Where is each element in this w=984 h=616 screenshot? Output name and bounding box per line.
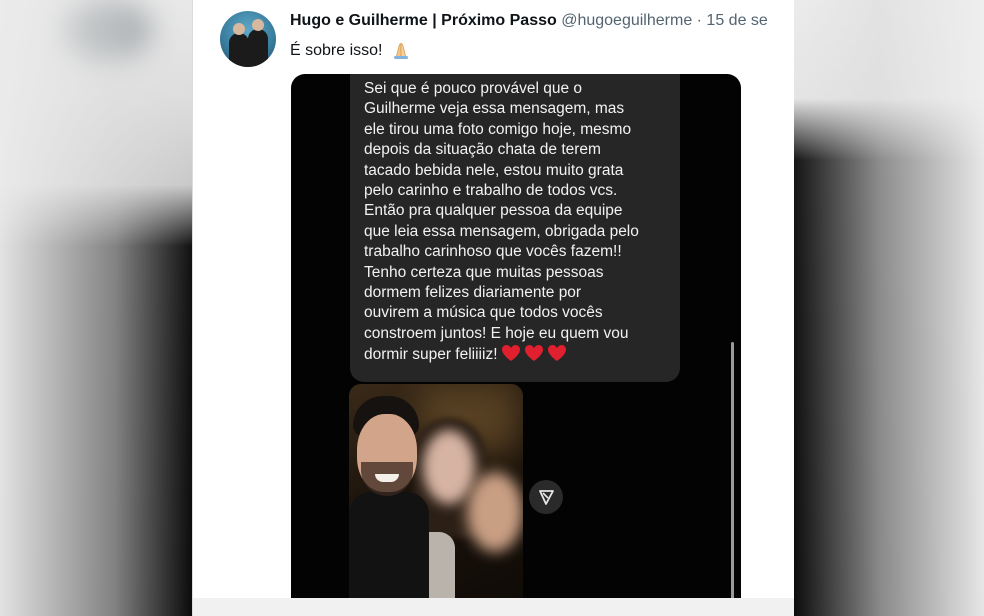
red-heart-emoji-icon (547, 345, 566, 362)
tweet-card[interactable]: Hugo e Guilherme | Próximo Passo @hugoeg… (193, 0, 794, 616)
message-line: pelo carinho e trabalho de todos vcs. (364, 182, 618, 200)
background-wash-right (794, 0, 984, 616)
author-handle-and-date[interactable]: @hugoeguilherme · 15 de se (561, 12, 768, 29)
blurred-background-right (794, 0, 984, 616)
folded-hands-emoji-icon (393, 43, 408, 59)
screenshot-scrollbar[interactable] (731, 342, 734, 604)
message-line: ouvirem a música que todos vocês (364, 304, 603, 322)
forward-share-button[interactable] (529, 480, 563, 514)
message-line: dormir super feliiiiz! (364, 346, 498, 364)
blurred-face (423, 430, 475, 504)
avatar-figure-right (248, 29, 268, 67)
message-line: Tenho certeza que muitas pessoas (364, 263, 604, 281)
message-line: Então pra qualquer pessoa da equipe (364, 202, 623, 220)
red-heart-emoji-icon (501, 345, 520, 362)
forward-share-icon (539, 490, 554, 505)
message-line: dormem felizes diariamente por (364, 284, 582, 302)
tweet-header: Hugo e Guilherme | Próximo Passo @hugoeg… (290, 12, 768, 30)
message-line: trabalho carinhoso que vocês fazem!! (364, 243, 622, 261)
tweet-text: É sobre isso! (290, 38, 412, 60)
blurred-background-left (0, 0, 192, 616)
avatar-head-left (233, 23, 245, 35)
blurred-face (467, 472, 523, 552)
avatar-figure-left (229, 33, 249, 67)
avatar-head-right (252, 19, 264, 31)
author-avatar[interactable] (220, 11, 276, 67)
message-text: Sei que é pouco provável que o Guilherme… (364, 79, 684, 366)
tweet-text-content: É sobre isso! (290, 42, 383, 59)
tweet-media-screenshot[interactable]: Sei que é pouco provável que o Guilherme… (291, 74, 741, 616)
message-line: Guilherme veja essa mensagem, mas (364, 100, 625, 118)
background-wash-left (0, 0, 192, 616)
message-line: Sei que é pouco provável que o (364, 80, 583, 97)
message-line: ele tirou uma foto comigo hoje, mesmo (364, 120, 632, 138)
author-name[interactable]: Hugo e Guilherme | Próximo Passo (290, 12, 557, 29)
message-line-last: dormir super feliiiiz! (364, 344, 684, 365)
message-line: depois da situação chata de terem (364, 141, 601, 159)
message-line: que leia essa mensagem, obrigada pelo (364, 222, 639, 240)
selfie-photo[interactable] (349, 384, 523, 616)
message-line: constroem juntos! E hoje eu quem vou (364, 324, 629, 342)
message-line: tacado bebida nele, estou muito grata (364, 161, 624, 179)
tweet-footer-divider (193, 598, 794, 616)
red-heart-emoji-icon (524, 345, 543, 362)
